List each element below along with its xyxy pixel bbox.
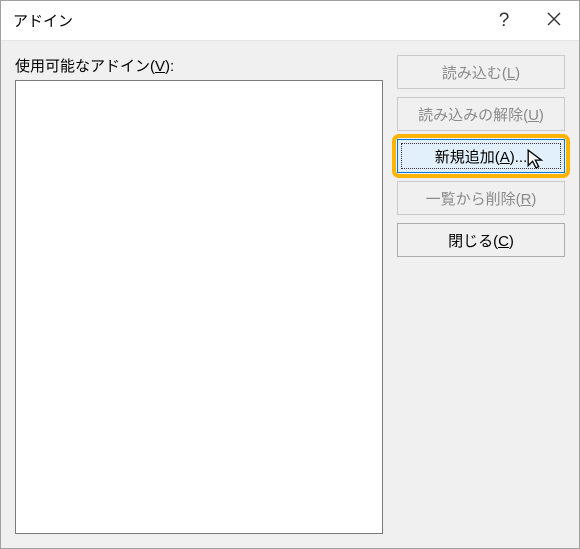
load-button[interactable]: 読み込む(L) [397, 55, 565, 89]
available-addins-label: 使用可能なアドイン(V): [15, 55, 383, 76]
addin-dialog: アドイン ? 使用可能なアドイン(V): 読み込む(L) [0, 0, 580, 549]
titlebar: アドイン ? [1, 1, 579, 41]
close-icon [547, 10, 561, 31]
button-label: 読み込みの解除(U) [418, 104, 544, 125]
add-new-button[interactable]: 新規追加(A)... [397, 139, 565, 173]
titlebar-controls: ? [479, 1, 579, 40]
add-button-highlight: 新規追加(A)... [397, 139, 565, 173]
label-prefix: 使用可能なアドイン( [15, 58, 155, 75]
mouse-cursor-icon [526, 148, 548, 174]
label-mnemonic: V [155, 58, 165, 75]
dialog-content: 使用可能なアドイン(V): 読み込む(L) 読み込みの解除(U) [1, 41, 579, 548]
help-button[interactable]: ? [479, 1, 529, 40]
right-pane: 読み込む(L) 読み込みの解除(U) 新規追加(A)... [397, 55, 565, 534]
button-label: 一覧から削除(R) [426, 188, 537, 209]
remove-from-list-button[interactable]: 一覧から削除(R) [397, 181, 565, 215]
close-button[interactable]: 閉じる(C) [397, 223, 565, 257]
left-pane: 使用可能なアドイン(V): [15, 55, 383, 534]
button-label: 読み込む(L) [442, 62, 520, 83]
close-window-button[interactable] [529, 1, 579, 40]
label-suffix: ): [165, 58, 174, 75]
button-label: 閉じる(C) [448, 230, 514, 251]
dialog-title: アドイン [13, 10, 479, 31]
available-addins-listbox[interactable] [15, 80, 383, 534]
unload-button[interactable]: 読み込みの解除(U) [397, 97, 565, 131]
help-icon: ? [499, 11, 510, 30]
button-label: 新規追加(A)... [435, 146, 528, 167]
